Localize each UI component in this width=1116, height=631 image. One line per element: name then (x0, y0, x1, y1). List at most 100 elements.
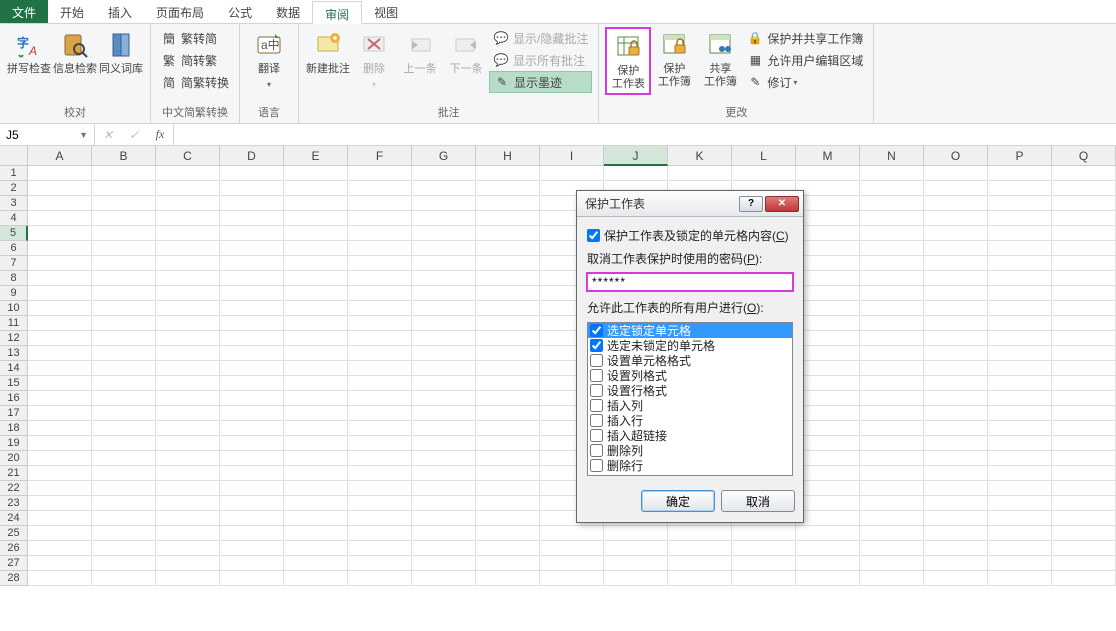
cell[interactable] (988, 211, 1052, 226)
permission-item[interactable]: 设置行格式 (588, 383, 792, 398)
col-header-L[interactable]: L (732, 146, 796, 166)
cell[interactable] (92, 241, 156, 256)
row-header-24[interactable]: 24 (0, 511, 28, 526)
cell[interactable] (284, 256, 348, 271)
cell[interactable] (92, 451, 156, 466)
cell[interactable] (668, 166, 732, 181)
cell[interactable] (156, 451, 220, 466)
cell[interactable] (476, 316, 540, 331)
row-header-2[interactable]: 2 (0, 181, 28, 196)
col-header-Q[interactable]: Q (1052, 146, 1116, 166)
cell[interactable] (1052, 541, 1116, 556)
cell[interactable] (1052, 481, 1116, 496)
cell[interactable] (540, 526, 604, 541)
cell[interactable] (412, 211, 476, 226)
permission-item[interactable]: 插入超链接 (588, 428, 792, 443)
cell[interactable] (28, 181, 92, 196)
cell[interactable] (796, 196, 860, 211)
cell[interactable] (604, 166, 668, 181)
row-header-8[interactable]: 8 (0, 271, 28, 286)
cell[interactable] (348, 301, 412, 316)
cell[interactable] (412, 436, 476, 451)
cell[interactable] (540, 166, 604, 181)
cells-area[interactable] (28, 166, 1116, 586)
cell[interactable] (476, 451, 540, 466)
permission-item[interactable]: 设置列格式 (588, 368, 792, 383)
cell[interactable] (476, 211, 540, 226)
cell[interactable] (988, 406, 1052, 421)
cell[interactable] (28, 166, 92, 181)
cell[interactable] (92, 286, 156, 301)
cell[interactable] (284, 526, 348, 541)
col-header-H[interactable]: H (476, 146, 540, 166)
cell[interactable] (860, 361, 924, 376)
cell[interactable] (156, 346, 220, 361)
cell[interactable] (28, 511, 92, 526)
cell[interactable] (348, 451, 412, 466)
cell[interactable] (860, 436, 924, 451)
cell[interactable] (796, 391, 860, 406)
cell[interactable] (284, 181, 348, 196)
cell[interactable] (1052, 286, 1116, 301)
prev-comment-button[interactable]: 上一条 (397, 27, 443, 78)
col-header-N[interactable]: N (860, 146, 924, 166)
row-header-3[interactable]: 3 (0, 196, 28, 211)
cell[interactable] (92, 421, 156, 436)
cell[interactable] (284, 541, 348, 556)
cell[interactable] (156, 241, 220, 256)
col-header-K[interactable]: K (668, 146, 732, 166)
cell[interactable] (156, 421, 220, 436)
permission-checkbox[interactable] (590, 324, 603, 337)
showall-comments-button[interactable]: 💬显示所有批注 (489, 49, 592, 71)
permission-item[interactable]: 删除行 (588, 458, 792, 473)
row-header-21[interactable]: 21 (0, 466, 28, 481)
cell[interactable] (284, 406, 348, 421)
cell[interactable] (92, 316, 156, 331)
row-header-1[interactable]: 1 (0, 166, 28, 181)
cell[interactable] (220, 331, 284, 346)
name-box[interactable]: J5 ▼ (0, 124, 95, 145)
cell[interactable] (92, 511, 156, 526)
cell[interactable] (28, 361, 92, 376)
cell[interactable] (476, 181, 540, 196)
row-header-23[interactable]: 23 (0, 496, 28, 511)
cell[interactable] (92, 376, 156, 391)
cell[interactable] (796, 226, 860, 241)
cell[interactable] (348, 181, 412, 196)
cell[interactable] (860, 556, 924, 571)
share-workbook-button[interactable]: 共享 工作簿 (697, 27, 743, 91)
cell[interactable] (1052, 436, 1116, 451)
permissions-listbox[interactable]: 选定锁定单元格选定未锁定的单元格设置单元格格式设置列格式设置行格式插入列插入行插… (587, 322, 793, 476)
row-header-12[interactable]: 12 (0, 331, 28, 346)
cell[interactable] (1052, 271, 1116, 286)
allow-edit-button[interactable]: ▦允许用户编辑区域 (743, 49, 867, 71)
cell[interactable] (860, 181, 924, 196)
permission-item[interactable]: 插入行 (588, 413, 792, 428)
cell[interactable] (476, 376, 540, 391)
cell[interactable] (156, 541, 220, 556)
cancel-edit-icon[interactable]: ✕ (95, 128, 121, 142)
cell[interactable] (348, 571, 412, 586)
cell[interactable] (796, 361, 860, 376)
cell[interactable] (1052, 331, 1116, 346)
cell[interactable] (796, 166, 860, 181)
cell[interactable] (924, 496, 988, 511)
cell[interactable] (860, 406, 924, 421)
cell[interactable] (284, 346, 348, 361)
cell[interactable] (284, 271, 348, 286)
cell[interactable] (92, 496, 156, 511)
cell[interactable] (156, 571, 220, 586)
cell[interactable] (92, 166, 156, 181)
row-header-4[interactable]: 4 (0, 211, 28, 226)
col-header-D[interactable]: D (220, 146, 284, 166)
cell[interactable] (92, 436, 156, 451)
cell[interactable] (284, 166, 348, 181)
cell[interactable] (220, 241, 284, 256)
cell[interactable] (924, 241, 988, 256)
new-comment-button[interactable]: 新建批注 (305, 27, 351, 78)
cell[interactable] (1052, 556, 1116, 571)
permission-checkbox[interactable] (590, 459, 603, 472)
cell[interactable] (220, 271, 284, 286)
cell[interactable] (796, 331, 860, 346)
cell[interactable] (1052, 421, 1116, 436)
